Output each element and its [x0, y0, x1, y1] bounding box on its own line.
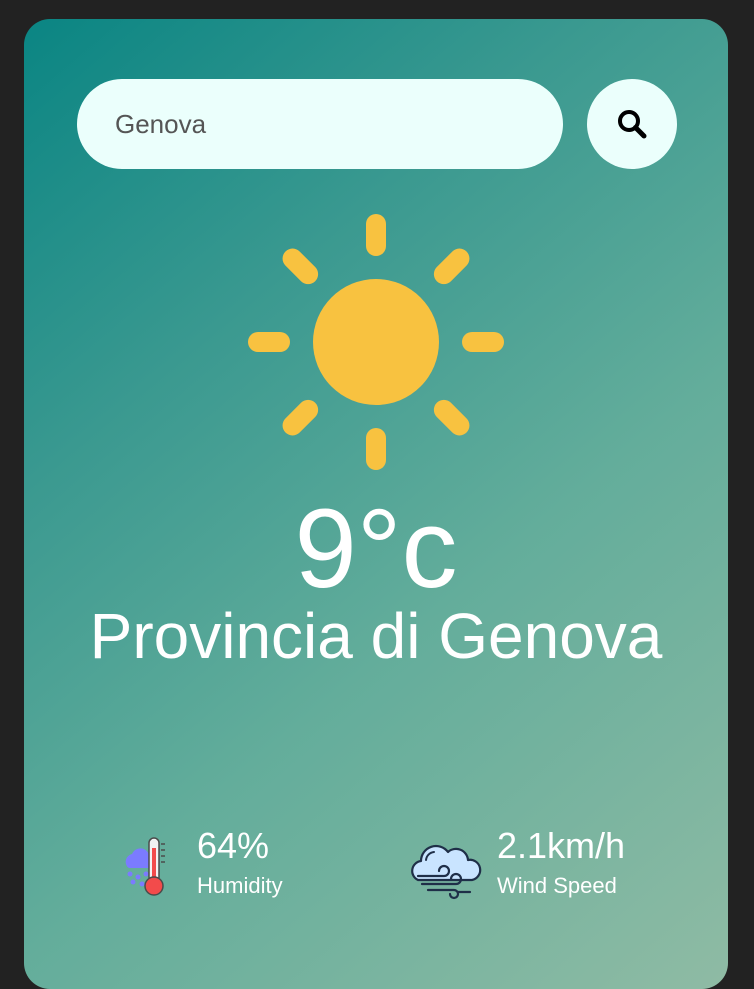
wind-value: 2.1km/h	[497, 825, 626, 866]
search-bar	[77, 79, 677, 169]
city-name: Provincia di Genova	[89, 600, 663, 672]
temperature: 9°c	[294, 486, 458, 611]
humidity-value: 64%	[197, 825, 270, 866]
search-input[interactable]	[77, 79, 563, 169]
wind-cloud-icon	[411, 844, 482, 900]
search-button[interactable]	[587, 79, 677, 169]
weather-card: 9°c Provincia di Genova 64% Humidity	[24, 19, 728, 989]
sun-icon	[248, 214, 504, 470]
humidity-thermometer-icon	[125, 837, 165, 896]
wind-label: Wind Speed	[497, 873, 617, 898]
search-icon	[618, 110, 647, 139]
humidity-label: Humidity	[197, 873, 283, 898]
weather-details: 64% Humidity 2.1km/h Wind Speed	[24, 824, 728, 904]
